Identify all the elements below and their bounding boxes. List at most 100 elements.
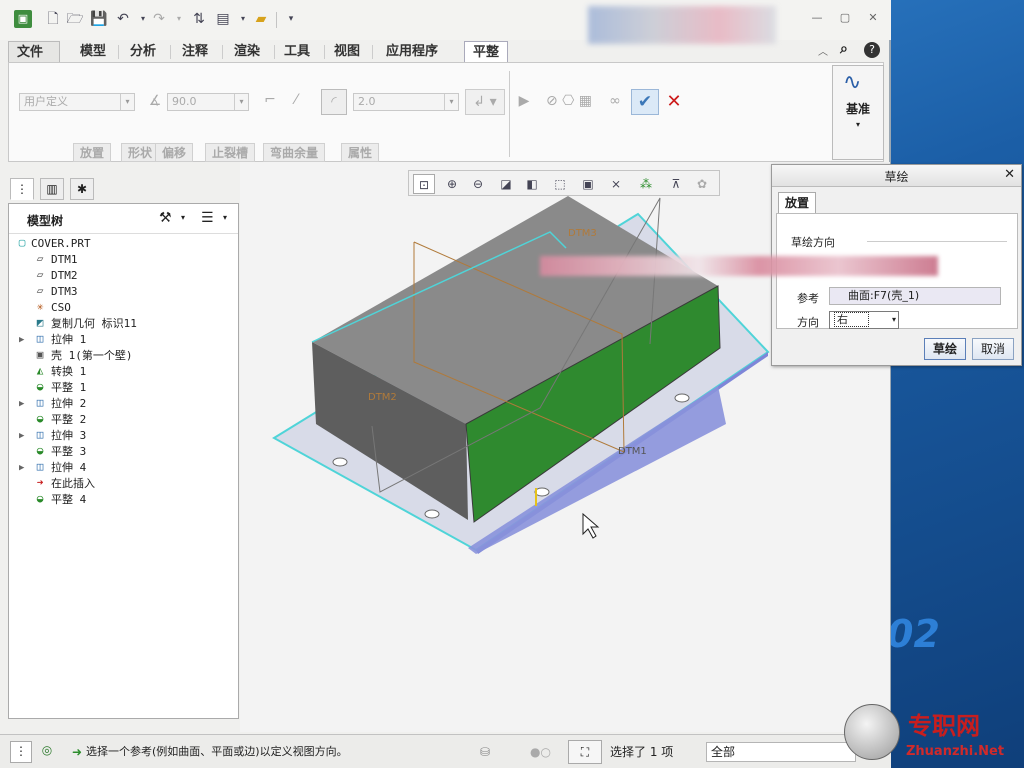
dialog-close-icon[interactable]: ✕ <box>1004 167 1015 182</box>
help-icon[interactable]: ? <box>864 42 880 58</box>
windows-dropdown-icon[interactable]: ▾ <box>234 10 252 28</box>
close-icon[interactable]: ✕ <box>866 11 880 25</box>
spin-center-icon[interactable]: ⁂ <box>635 174 657 194</box>
tree-item[interactable]: ◭ 转换 1 <box>9 364 237 380</box>
view-manager-icon[interactable]: ▣ <box>577 174 599 194</box>
dialog-tab-placement[interactable]: 放置 <box>778 192 817 214</box>
group-tab-relief[interactable]: 止裂槽 <box>205 143 256 162</box>
save-icon[interactable]: 💾 <box>90 10 108 28</box>
selection-filter-select[interactable]: 全部 <box>706 742 856 762</box>
tree-item[interactable]: ▱ DTM1 <box>9 252 237 268</box>
tab-model[interactable]: 模型 <box>72 41 114 63</box>
tree-item[interactable]: ▱ DTM2 <box>9 268 237 284</box>
folder-browser-tab-icon[interactable]: ▥ <box>40 178 64 200</box>
cancel-x-icon[interactable]: ✕ <box>663 91 685 112</box>
direction-select[interactable]: 右 ▾ <box>829 311 899 329</box>
group-tab-bend-allowance[interactable]: 弯曲余量 <box>263 143 326 162</box>
open-folder-icon[interactable]: 🗁 <box>66 10 84 28</box>
tree-item[interactable]: ▶ ◫ 拉伸 3 <box>9 428 237 444</box>
show-options-icon[interactable]: ☰ <box>201 210 214 226</box>
insert-arrow-icon: ➜ <box>36 476 44 489</box>
tree-item[interactable]: ◒ 平整 2 <box>9 412 237 428</box>
maximize-icon[interactable]: ▢ <box>838 11 852 25</box>
show-options-dropdown-icon[interactable]: ▾ <box>223 213 227 222</box>
smart-select-icon[interactable]: ⛁ <box>480 743 490 761</box>
tree-settings-dropdown-icon[interactable]: ▾ <box>181 213 185 222</box>
expand-arrow-icon[interactable]: ▶ <box>19 460 24 476</box>
tree-item[interactable]: ▶ ◫ 拉伸 1 <box>9 332 237 348</box>
tab-annotate[interactable]: 注释 <box>174 41 216 63</box>
play-icon[interactable]: ▶ <box>515 93 533 109</box>
appearance-icon[interactable]: ✿ <box>691 174 713 194</box>
annotation-display-icon[interactable]: ⊼ <box>665 174 687 194</box>
tree-item[interactable]: ▣ 壳 1(第一个壁) <box>9 348 237 364</box>
tab-flatten[interactable]: 平整 <box>464 41 509 63</box>
search-icon[interactable]: ⌕ <box>840 41 848 57</box>
saved-orientations-icon[interactable]: ⬚ <box>549 174 571 194</box>
ribbon-tabs: 文件 ▾ 模型 分析 注释 渲染 工具 视图 应用程序 平整 ︿ ⌕ ? <box>8 41 888 80</box>
reference-field[interactable]: 曲面:F7(壳_1) <box>829 287 1001 305</box>
square-corner-icon[interactable]: ⌐ <box>261 92 279 108</box>
repaint-icon[interactable]: ◪ <box>495 174 517 194</box>
group-tab-placement[interactable]: 放置 <box>73 143 112 162</box>
model-tree-tab-icon[interactable]: ⋮ <box>10 178 34 200</box>
tab-analysis[interactable]: 分析 <box>122 41 164 63</box>
customize-qat-icon[interactable]: ▾ <box>282 10 300 28</box>
bend-type-select[interactable]: 用户定义 ▾ <box>19 93 135 111</box>
tab-view[interactable]: 视图 <box>326 41 368 63</box>
radius-icon[interactable]: ◜ <box>321 89 347 115</box>
bend-side-icon[interactable]: ↲ ▾ <box>465 89 505 115</box>
tree-item[interactable]: ◒ 平整 1 <box>9 380 237 396</box>
zoom-out-icon[interactable]: ⊖ <box>467 174 489 194</box>
tree-item[interactable]: ➜ 在此插入 <box>9 476 237 492</box>
group-tab-properties[interactable]: 属性 <box>341 143 380 162</box>
tree-item[interactable]: ▶ ◫ 拉伸 4 <box>9 460 237 476</box>
datum-group[interactable]: ∿ 基准 ▾ <box>832 65 884 160</box>
windows-icon[interactable]: ▤ <box>214 10 232 28</box>
new-file-icon[interactable]: 🗋 <box>44 10 62 28</box>
confirm-check-icon[interactable]: ✔ <box>631 89 659 115</box>
group-tab-shape[interactable]: 形状 <box>121 143 160 162</box>
group-tab-offset[interactable]: 偏移 <box>155 143 194 162</box>
datum-display-icon[interactable]: ⨯ <box>605 174 627 194</box>
verify-glasses-icon[interactable]: ∞ <box>603 93 627 109</box>
collapse-ribbon-icon[interactable]: ︿ <box>818 43 828 58</box>
tab-file[interactable]: 文件 ▾ <box>8 41 60 80</box>
tree-item[interactable]: ◒ 平整 3 <box>9 444 237 460</box>
toggle-navigator-icon[interactable]: ⋮ <box>10 741 32 763</box>
regenerate-icon[interactable]: ⇅ <box>190 10 208 28</box>
preview-icons[interactable]: ⊘ ⎔ ▦ <box>539 93 599 109</box>
refit-icon[interactable]: ⊡ <box>413 174 435 194</box>
tab-tools[interactable]: 工具 <box>276 41 318 63</box>
thickness-input[interactable]: 2.0 ▾ <box>353 93 459 111</box>
toggle-browser-icon[interactable]: ◎ <box>36 741 58 763</box>
sketch-ok-button[interactable]: 草绘 <box>924 338 967 360</box>
tree-item[interactable]: ▱ DTM3 <box>9 284 237 300</box>
favorites-tab-icon[interactable]: ✱ <box>70 178 94 200</box>
tab-render[interactable]: 渲染 <box>226 41 268 63</box>
close-window-icon[interactable]: ▰ <box>252 10 270 28</box>
tree-settings-icon[interactable]: ⚒ <box>159 210 172 226</box>
tree-item[interactable]: ✳ CSO <box>9 300 237 316</box>
datum-plane-icon: ▱ <box>36 284 44 297</box>
tree-item[interactable]: ▢ COVER.PRT <box>9 236 237 252</box>
angle-input[interactable]: 90.0 ▾ <box>167 93 249 111</box>
expand-arrow-icon[interactable]: ▶ <box>19 332 24 348</box>
tree-item[interactable]: ◒ 平整 4 <box>9 492 237 508</box>
expand-arrow-icon[interactable]: ▶ <box>19 396 24 412</box>
cancel-button[interactable]: 取消 <box>972 338 1015 360</box>
undo-icon[interactable]: ↶ <box>114 10 132 28</box>
find-binoculars-icon[interactable]: ⛶ <box>568 740 602 764</box>
zoom-in-icon[interactable]: ⊕ <box>441 174 463 194</box>
minimize-icon[interactable]: — <box>810 11 824 25</box>
redo-icon[interactable]: ↷ <box>150 10 168 28</box>
app-logo-icon[interactable]: ▣ <box>14 10 32 28</box>
tree-item[interactable]: ◩ 复制几何 标识11 <box>9 316 237 332</box>
tab-applications[interactable]: 应用程序 <box>378 41 446 63</box>
convert-icon: ◭ <box>36 364 44 377</box>
tree-item[interactable]: ▶ ◫ 拉伸 2 <box>9 396 237 412</box>
display-style-icon[interactable]: ◧ <box>521 174 543 194</box>
flip-icon[interactable]: ⁄ <box>287 92 305 108</box>
expand-arrow-icon[interactable]: ▶ <box>19 428 24 444</box>
redo-dropdown-icon[interactable]: ▾ <box>170 10 188 28</box>
